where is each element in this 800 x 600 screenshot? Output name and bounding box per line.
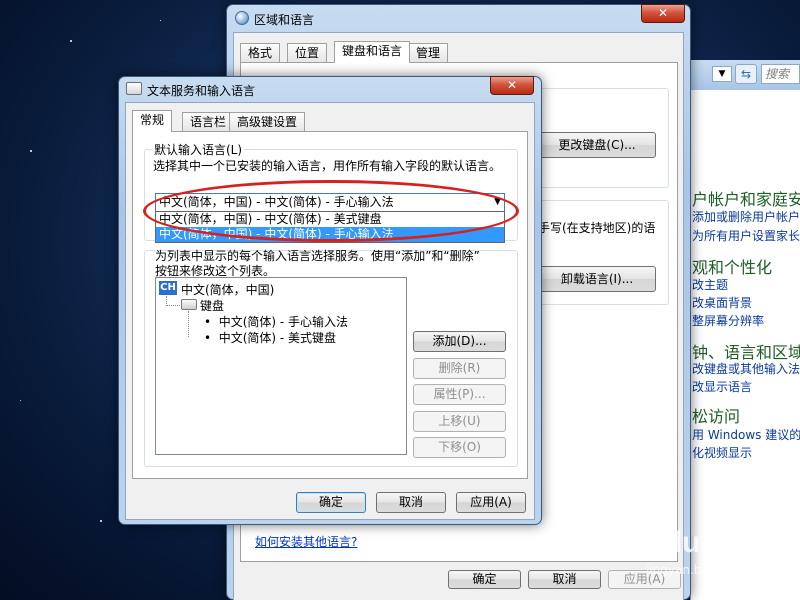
chevron-down-icon[interactable]: ▼ — [494, 194, 501, 211]
cp-link-change-keyboards[interactable]: 改键盘或其他输入法 — [692, 360, 800, 377]
tab-formats[interactable]: 格式 — [240, 43, 281, 63]
search-input[interactable]: 搜索 — [761, 64, 800, 84]
star-decoration — [30, 150, 32, 152]
cp-heading-ease-of-access[interactable]: 松访问 — [692, 403, 740, 427]
installed-services-description-line1: 为列表中显示的每个输入语言选择服务。使用“添加”和“删除” — [155, 249, 480, 263]
handwriting-description: 手写(在支持地区)的语 — [538, 221, 656, 235]
move-up-button[interactable]: 上移(U) — [413, 411, 506, 432]
close-button[interactable]: ✕ — [641, 4, 685, 23]
tree-item-handwriting[interactable]: • 中文(简体) - 手心输入法 — [204, 313, 348, 330]
dropdown-option-handwriting[interactable]: 中文(简体，中国) - 中文(简体) - 手心输入法 — [156, 227, 504, 242]
globe-icon — [235, 11, 249, 25]
cp-link-desktop-background[interactable]: 改桌面背景 — [692, 294, 752, 311]
tree-item-handwriting-label: 中文(简体) - 手心输入法 — [218, 315, 349, 329]
tree-keyboard-category[interactable]: 键盘 — [200, 297, 224, 314]
star-decoration — [160, 20, 161, 21]
tab-location[interactable]: 位置 — [287, 43, 328, 63]
remove-button[interactable]: 删除(R) — [413, 358, 506, 379]
change-keyboards-button[interactable]: 更改键盘(C)... — [538, 132, 656, 158]
default-input-description: 选择其中一个已安装的输入语言，用作所有输入字段的默认语言。 — [153, 159, 502, 173]
dialog-cancel-button[interactable]: 取消 — [376, 492, 446, 513]
cp-heading-user-accounts[interactable]: 户帐户和家庭安 — [692, 186, 800, 210]
refresh-icon[interactable]: ⇆ — [735, 64, 757, 84]
language-badge: CH — [159, 281, 177, 295]
tree-item-us-keyboard-label: 中文(简体) - 美式键盘 — [218, 331, 337, 345]
star-decoration — [70, 40, 72, 42]
keyboard-icon — [181, 299, 197, 310]
default-input-dropdown[interactable]: 中文(简体，中国) - 中文(简体) - 美式键盘 中文(简体，中国) - 中文… — [155, 211, 505, 243]
tab-advanced-key-settings[interactable]: 高级键设置 — [229, 112, 306, 132]
cp-link-screen-resolution[interactable]: 整屏幕分辨率 — [692, 312, 764, 329]
cp-link-parental-controls[interactable]: 为所有用户设置家长 — [692, 227, 800, 244]
move-down-button[interactable]: 下移(O) — [413, 437, 506, 458]
dialog-apply-button[interactable]: 应用(A) — [456, 492, 526, 513]
tree-connector — [188, 311, 189, 337]
cancel-button[interactable]: 取消 — [528, 570, 601, 589]
control-panel-window — [690, 60, 800, 600]
tab-administrative[interactable]: 管理 — [408, 43, 449, 63]
ok-button[interactable]: 确定 — [448, 570, 521, 589]
properties-button[interactable]: 属性(P)... — [413, 384, 506, 405]
star-decoration — [100, 520, 102, 522]
tree-connector — [166, 305, 180, 306]
watermark-brand-cn: 经验 — [716, 536, 764, 564]
address-dropdown-chevron-icon[interactable]: ▼ — [712, 66, 732, 82]
star-decoration — [20, 400, 21, 401]
cp-link-add-remove-users[interactable]: 添加或删除用户帐户 — [692, 208, 800, 225]
combo-selected-value: 中文(简体，中国) - 中文(简体) - 手心输入法 — [159, 195, 394, 209]
tree-language-node[interactable]: 中文(简体，中国) — [181, 281, 274, 298]
cp-link-change-theme[interactable]: 改主题 — [692, 276, 728, 293]
add-button[interactable]: 添加(D)... — [413, 331, 506, 352]
tab-general[interactable]: 常规 — [132, 110, 173, 132]
uninstall-language-button[interactable]: 卸载语言(I)... — [538, 266, 656, 292]
window-title: 区域和语言 — [254, 13, 315, 27]
dialog-close-button[interactable]: ✕ — [490, 76, 534, 95]
watermark-url: jingyan.baidu.com — [646, 563, 757, 577]
install-other-language-link[interactable]: 如何安装其他语言? — [255, 533, 357, 550]
default-input-language-label: 默认输入语言(L) — [152, 141, 245, 158]
cp-link-optimize-visual-display[interactable]: 化视频显示 — [692, 444, 752, 461]
tab-language-bar[interactable]: 语言栏 — [182, 112, 235, 132]
cp-heading-appearance[interactable]: 观和个性化 — [692, 254, 772, 278]
keyboard-icon — [126, 82, 142, 95]
dropdown-option-us-keyboard[interactable]: 中文(简体，中国) - 中文(简体) - 美式键盘 — [156, 212, 504, 227]
tree-item-us-keyboard[interactable]: • 中文(简体) - 美式键盘 — [204, 329, 336, 346]
dialog-title: 文本服务和输入语言 — [147, 84, 256, 98]
watermark-brand: Baidu — [617, 526, 701, 559]
dialog-ok-button[interactable]: 确定 — [296, 492, 366, 513]
tab-keyboards-and-languages[interactable]: 键盘和语言 — [334, 41, 411, 63]
cp-link-windows-suggested-settings[interactable]: 用 Windows 建议的设 — [692, 426, 800, 443]
cp-link-change-display-language[interactable]: 改显示语言 — [692, 378, 752, 395]
default-input-language-combo[interactable]: 中文(简体，中国) - 中文(简体) - 手心输入法 ▼ — [155, 193, 505, 212]
